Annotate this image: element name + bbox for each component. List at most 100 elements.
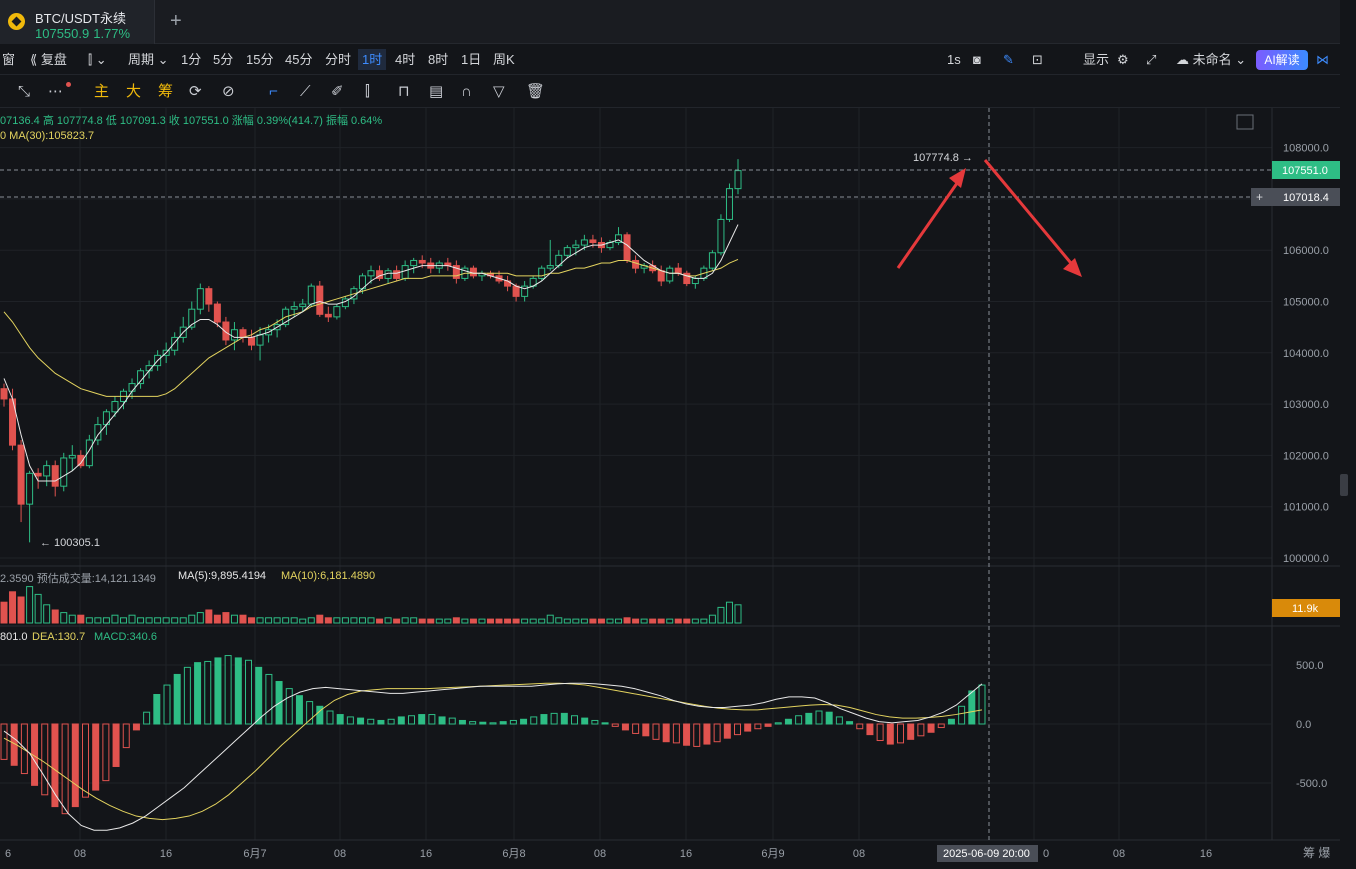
macd-histogram-bar [672, 723, 680, 744]
macd-histogram-bar [0, 723, 8, 760]
volume-bar [504, 618, 512, 624]
macd-tick-label: -500.0 [1296, 778, 1327, 790]
x-tick-label: 0 [1043, 848, 1049, 860]
volume-bar [555, 617, 563, 624]
macd-histogram-bar [734, 723, 741, 736]
macd-histogram-bar [581, 717, 589, 725]
macd-histogram-bar [132, 723, 140, 731]
x-tick-label: 16 [160, 848, 172, 860]
volume-bar [410, 617, 418, 624]
macd-histogram-bar [357, 717, 365, 725]
volume-bar [435, 618, 443, 624]
candle-body [333, 306, 341, 318]
macd-histogram-bar [530, 716, 538, 725]
volume-bar [478, 618, 486, 624]
volume-bar [77, 614, 85, 624]
macd-dif: 801.0 [0, 631, 28, 643]
candle-body [367, 270, 375, 277]
macd-histogram-bar [448, 717, 456, 725]
volume-bar [725, 601, 733, 624]
macd-histogram-bar [469, 721, 477, 725]
x-tick-label: 16 [680, 848, 692, 860]
macd-histogram-bar [387, 718, 395, 725]
volume-bar [282, 617, 290, 624]
collapse-panel-handle[interactable] [1340, 474, 1348, 496]
macd-histogram-bar [367, 718, 375, 725]
candle-body [290, 306, 298, 310]
volume-bar [589, 618, 597, 624]
macd-histogram-bar [642, 723, 650, 737]
volume-bar [205, 609, 213, 624]
macd-histogram-bar [866, 723, 874, 736]
macd-histogram-bar [774, 722, 782, 725]
volume-bar [85, 617, 93, 624]
macd-histogram-bar [458, 719, 466, 725]
macd-dea-line [3, 682, 983, 821]
x-tick-label: 08 [853, 848, 865, 860]
volume-bar [188, 614, 196, 624]
macd-histogram-bar [438, 716, 446, 725]
x-tick-label: 6 [5, 848, 11, 860]
x-tick-label: 6月9 [761, 848, 784, 860]
candle-body [734, 170, 742, 190]
volume-bar [43, 604, 51, 624]
volume-bar [256, 617, 264, 624]
macd-histogram-bar [408, 715, 415, 725]
volume-bar [401, 617, 409, 624]
macd-histogram-bar [815, 710, 823, 725]
volume-bar [307, 617, 315, 624]
macd-histogram-bar [601, 722, 609, 725]
x-tick-label: 6月7 [243, 848, 266, 860]
volume-tag-text: 11.9k [1292, 603, 1319, 615]
volume-bar [111, 614, 119, 624]
volume-bar [683, 618, 691, 624]
volume-bar [461, 618, 469, 624]
macd-histogram-bar [693, 723, 701, 747]
macd-dea: DEA:130.7 [32, 631, 86, 643]
macd-histogram-bar [744, 723, 752, 732]
macd-histogram-bar [652, 723, 660, 740]
last-price-tag-text: 107551.0 [1282, 165, 1328, 177]
macd-histogram-bar [907, 723, 915, 740]
volume-bar [119, 617, 127, 624]
volume-bar [563, 618, 571, 624]
y-tick-label: 103000.0 [1283, 399, 1329, 411]
macd-histogram-bar [876, 723, 884, 742]
macd-histogram-bar [947, 718, 955, 725]
ma-info: 0 MA(30):105823.7 [0, 130, 95, 142]
x-tick-label: 6月8 [502, 848, 525, 860]
volume-bar [333, 617, 341, 624]
annotation-arrow-down [983, 159, 1077, 269]
volume-bar [0, 601, 8, 624]
candle-body [674, 267, 682, 274]
macd-histogram-bar [723, 723, 731, 739]
volume-bar [145, 617, 153, 624]
volume-bar [299, 618, 307, 624]
macd-histogram-bar [784, 718, 792, 725]
chart-canvas[interactable]: 108000.0107000.0106000.0105000.0104000.0… [0, 0, 1356, 869]
candle-body [546, 265, 554, 269]
macd-histogram-bar [560, 712, 568, 725]
volume-info: 2.3590 预估成交量:14,121.1349 [0, 573, 156, 585]
macd-histogram-bar [489, 722, 497, 725]
macd-histogram-bar [143, 711, 151, 725]
candle-body [60, 457, 68, 487]
macd-value: MACD:340.6 [94, 631, 157, 643]
volume-bar [657, 618, 665, 624]
x-tick-label: 08 [594, 848, 606, 860]
candle-body [316, 285, 324, 315]
volume-bar [486, 618, 494, 624]
y-tick-label: 105000.0 [1283, 297, 1329, 309]
x-tick-label: 16 [1200, 848, 1212, 860]
volume-bar [94, 617, 102, 624]
macd-histogram-bar [754, 723, 762, 730]
candle-body [239, 329, 247, 338]
candle-body [410, 259, 418, 267]
volume-bar [495, 618, 503, 624]
candle-body [572, 244, 580, 249]
y-tick-label: 108000.0 [1283, 143, 1329, 155]
macd-histogram-bar [958, 705, 966, 725]
candle-body [43, 465, 51, 477]
volume-bar [230, 614, 238, 624]
volume-ma10: MA(10):6,181.4890 [281, 570, 376, 582]
